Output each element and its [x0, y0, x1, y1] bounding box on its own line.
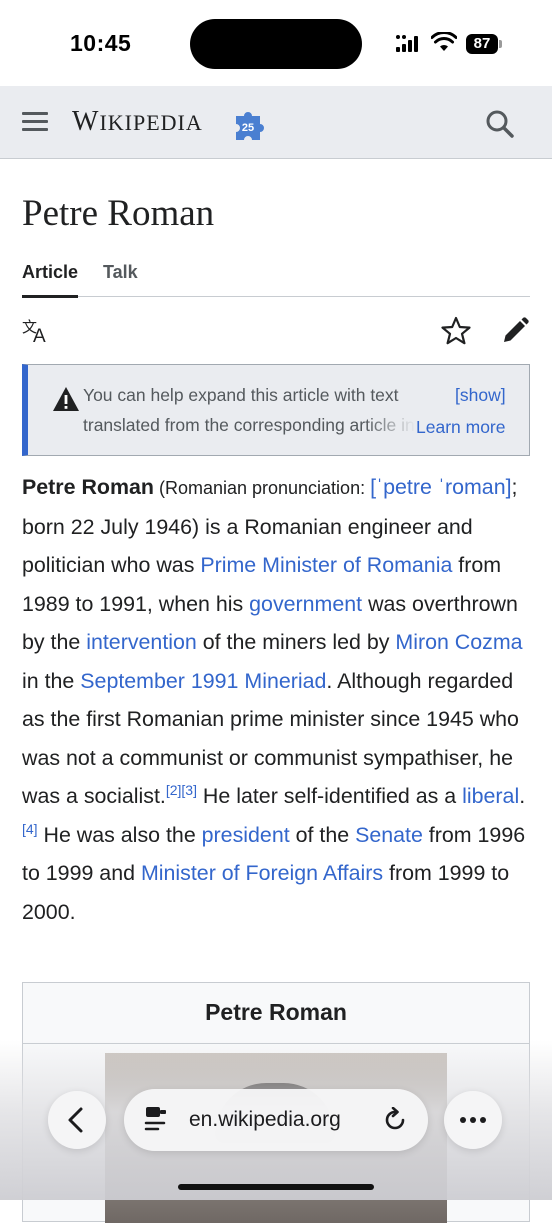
svg-text:25: 25: [242, 122, 254, 134]
link-intervention[interactable]: intervention: [86, 630, 197, 654]
ipa-link[interactable]: [ˈpetre ˈroman]: [370, 475, 511, 499]
article-tabs: Article Talk: [22, 262, 530, 298]
link-liberal[interactable]: liberal: [462, 784, 519, 808]
battery-level: 87: [466, 34, 498, 54]
language-translate-icon[interactable]: 文 A: [22, 318, 52, 344]
url-text[interactable]: en.wikipedia.org: [189, 1108, 341, 1132]
status-time: 10:45: [70, 30, 132, 56]
article-lead-paragraph: Petre Roman (Romanian pronunciation: [ˈp…: [22, 468, 532, 931]
notice-text-line1: You can help expand this article with te…: [83, 385, 399, 405]
link-foreign-affairs[interactable]: Minister of Foreign Affairs: [141, 861, 383, 885]
reference-2-3[interactable]: [2][3]: [166, 782, 197, 798]
watch-star-icon[interactable]: [441, 316, 471, 346]
back-button[interactable]: [48, 1091, 106, 1149]
reload-icon[interactable]: [382, 1107, 408, 1133]
link-prime-minister[interactable]: Prime Minister of Romania: [200, 553, 452, 577]
notice-text-line2: translated from the corresponding articl…: [83, 415, 415, 435]
link-government[interactable]: government: [249, 592, 362, 616]
reference-4[interactable]: [4]: [22, 820, 38, 836]
svg-text:A: A: [33, 326, 46, 344]
link-mineriad[interactable]: September 1991 Mineriad: [80, 669, 326, 693]
dynamic-island: [190, 19, 362, 69]
wikipedia-25-puzzle-icon: 25: [236, 112, 264, 140]
home-indicator: [178, 1184, 374, 1190]
body-text-10: of the: [289, 822, 356, 847]
status-bar: 10:45 87: [0, 0, 552, 86]
page-menu-icon[interactable]: [144, 1105, 170, 1135]
wikipedia-header: WIKIPEDIA 25: [0, 86, 552, 159]
pronunciation-label: (Romanian pronunciation:: [153, 478, 371, 498]
body-text-9: He was also the: [37, 822, 202, 847]
wikipedia-logo[interactable]: WIKIPEDIA: [72, 106, 203, 138]
hamburger-menu-icon[interactable]: [22, 110, 50, 134]
more-options-button[interactable]: [444, 1091, 502, 1149]
body-text-8: .: [519, 784, 526, 808]
cellular-signal-icon: [396, 35, 418, 52]
edit-pencil-icon[interactable]: [500, 316, 530, 346]
infobox-title: Petre Roman: [205, 999, 347, 1025]
wifi-icon: [431, 32, 457, 51]
page-title: Petre Roman: [22, 193, 215, 234]
notice-show-link[interactable]: [show]: [455, 385, 506, 406]
logo-rest: IKIPEDIA: [99, 110, 203, 135]
chevron-left-icon: [68, 1107, 83, 1133]
body-text-5: in the: [22, 668, 81, 693]
body-text-7: He later self-identified as a: [196, 784, 463, 808]
battery-indicator: 87: [466, 34, 502, 54]
logo-initial: W: [72, 106, 100, 137]
notice-learn-more-link[interactable]: Learn more: [416, 417, 506, 438]
expand-article-notice: You can help expand this article with te…: [22, 364, 530, 456]
tab-talk[interactable]: Talk: [103, 262, 138, 295]
link-senate[interactable]: Senate: [355, 823, 423, 847]
body-text-4: of the miners led by: [196, 630, 396, 654]
link-president[interactable]: president: [202, 823, 290, 847]
address-bar[interactable]: en.wikipedia.org: [124, 1089, 428, 1151]
ellipsis-icon: [460, 1117, 486, 1123]
subject-name: Petre Roman: [22, 475, 154, 499]
search-icon[interactable]: [484, 108, 516, 140]
warning-icon: [53, 387, 79, 411]
link-miron-cozma[interactable]: Miron Cozma: [395, 630, 522, 654]
tab-article[interactable]: Article: [22, 262, 79, 298]
battery-cap: [499, 40, 502, 48]
